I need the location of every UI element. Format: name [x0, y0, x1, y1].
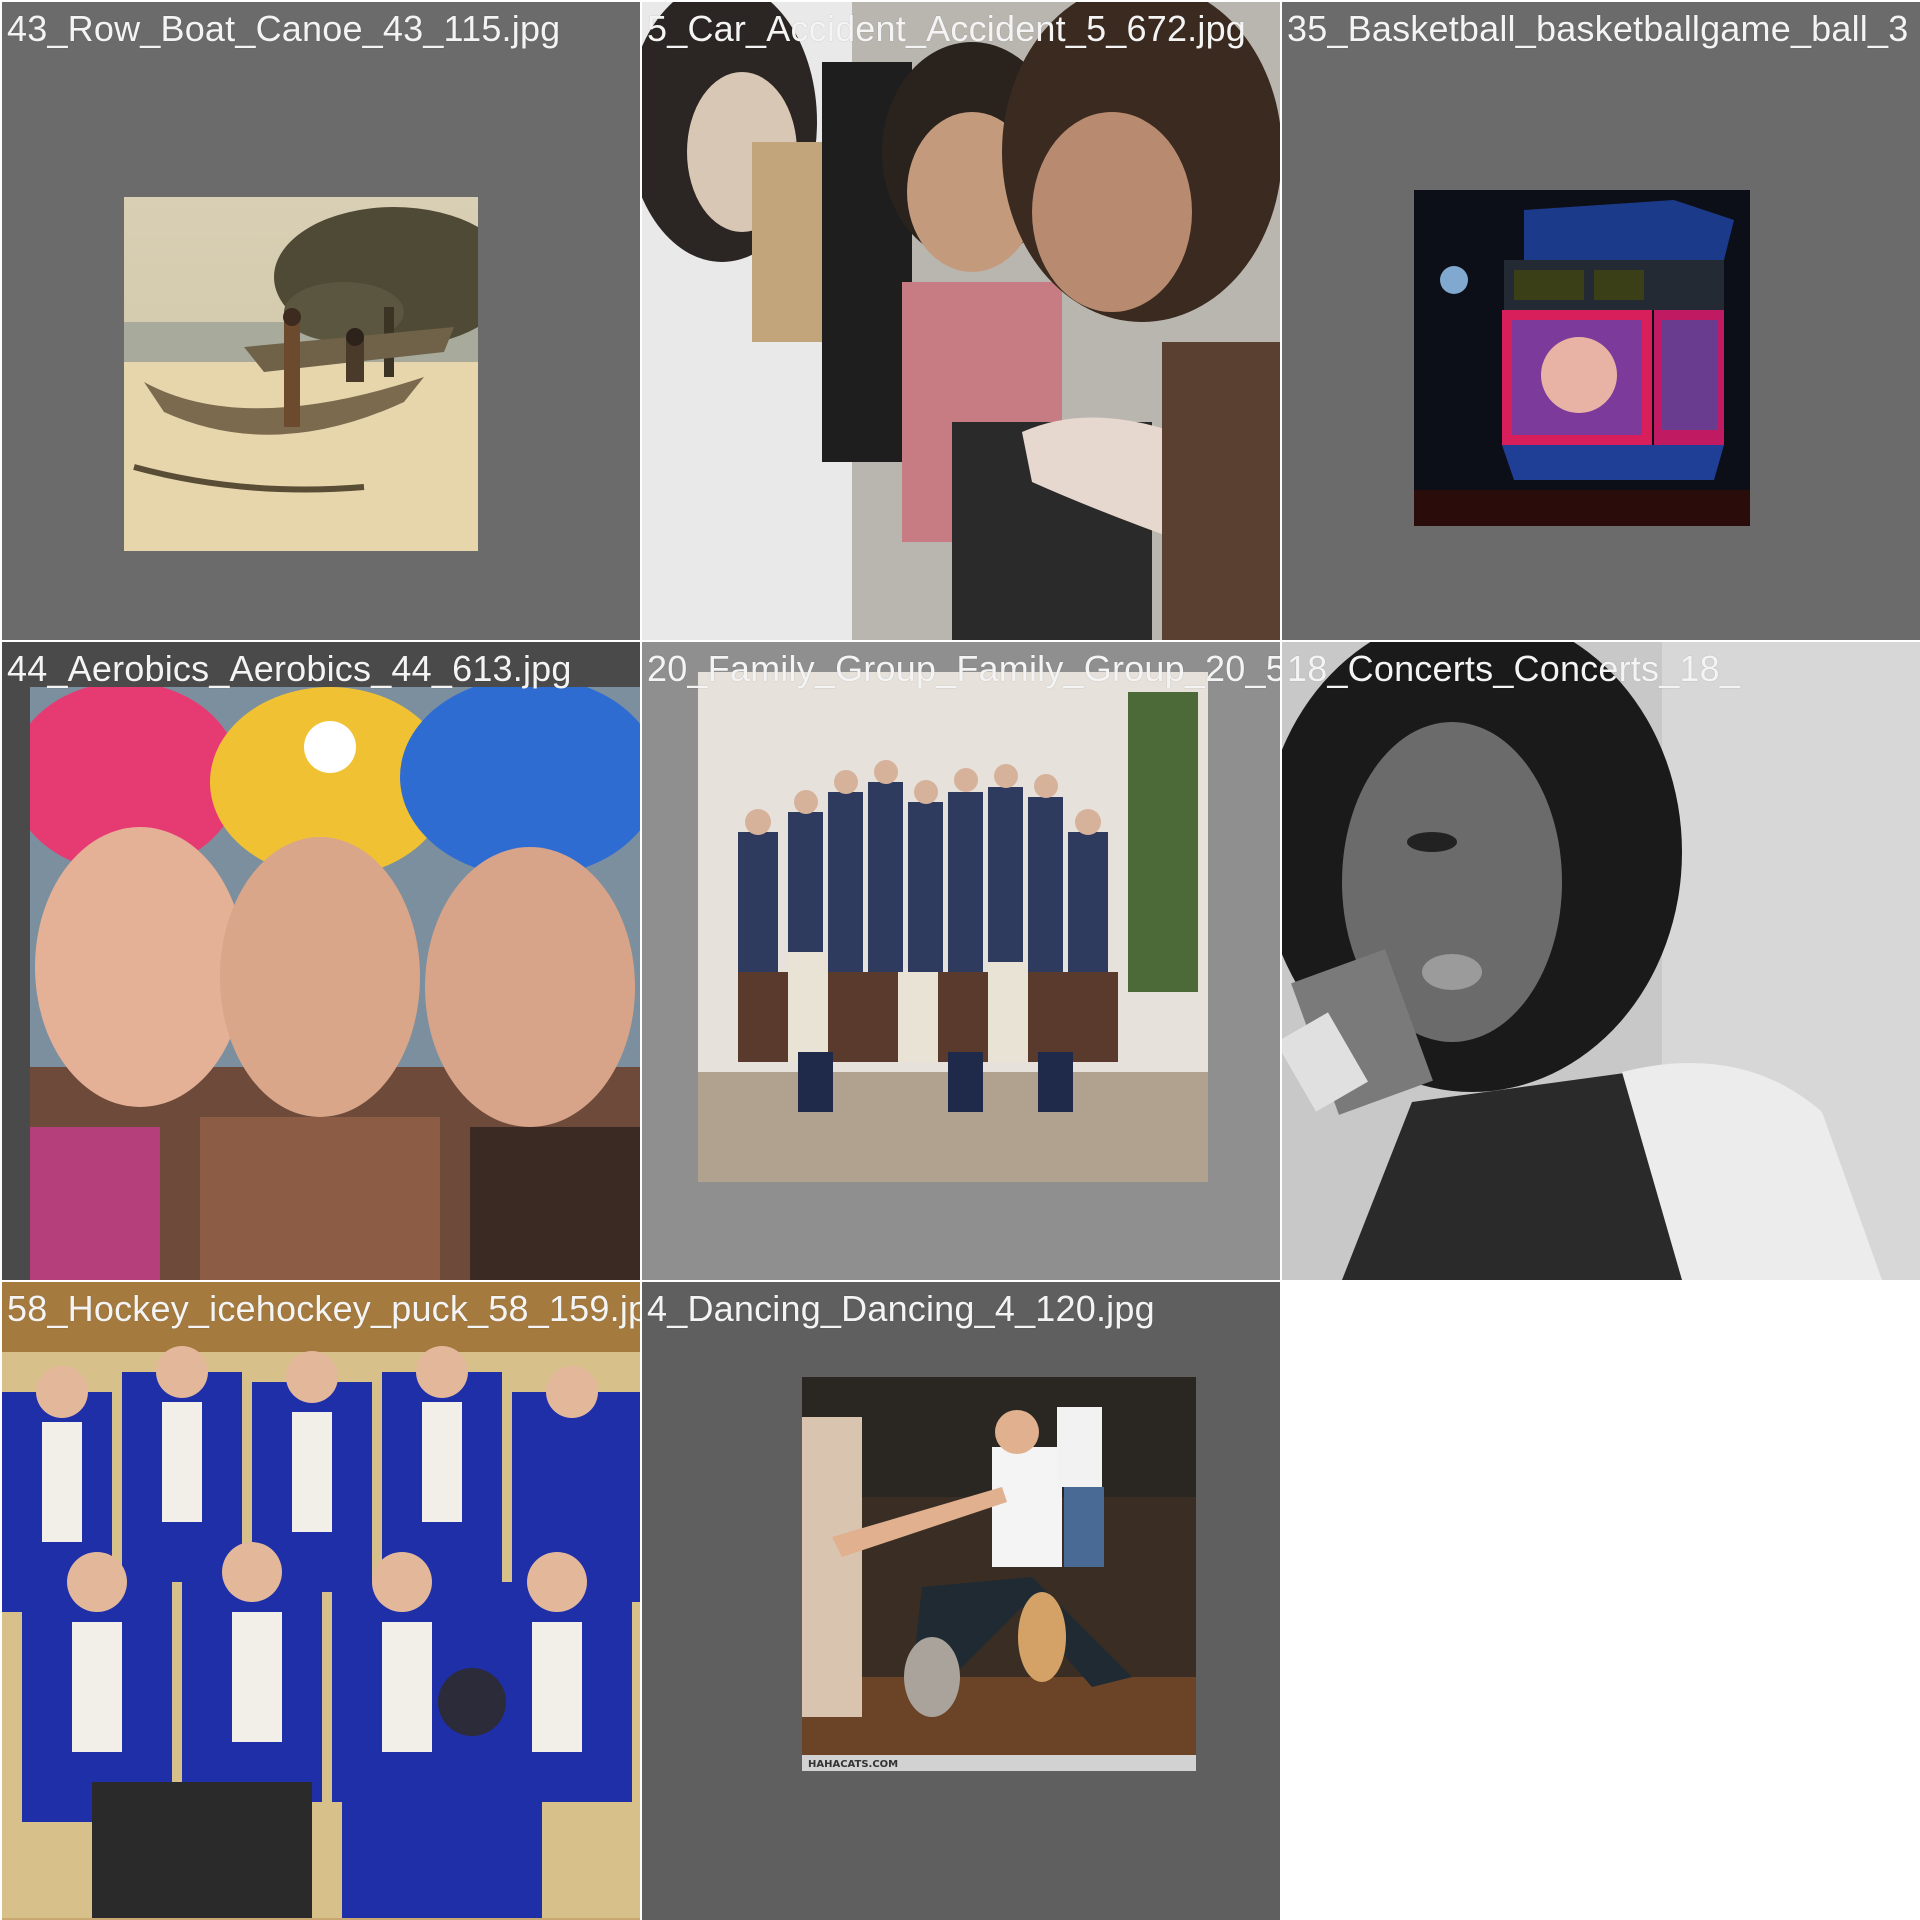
aerobics-photo — [30, 687, 640, 1280]
image-tile-row-boat-canoe: 43_Row_Boat_Canoe_43_115.jpg — [2, 2, 640, 640]
tile-filename-label: 18_Concerts_Concerts_18_ — [1287, 648, 1741, 689]
family-group-photo — [698, 672, 1208, 1182]
dancing-photo: HAHACATS.COM — [802, 1377, 1196, 1771]
image-tile-family-group: 20_Family_Group_Family_Group_20_581.jpg — [642, 642, 1280, 1280]
car-accident-photo — [642, 2, 1280, 640]
image-tile-basketball: 35_Basketball_basketballgame_ball_3 — [1282, 2, 1920, 640]
image-tile-aerobics: 44_Aerobics_Aerobics_44_613.jpg — [2, 642, 640, 1280]
tile-filename-label: 43_Row_Boat_Canoe_43_115.jpg — [7, 8, 561, 49]
canoe-painting-image — [124, 197, 478, 551]
tile-filename-label: 44_Aerobics_Aerobics_44_613.jpg — [7, 648, 572, 689]
concert-performer-photo — [1282, 642, 1920, 1280]
tile-filename-label: 35_Basketball_basketballgame_ball_3 — [1287, 8, 1909, 49]
image-tile-concerts: 18_Concerts_Concerts_18_ — [1282, 642, 1920, 1280]
image-tile-hockey: 58_Hockey_icehockey_puck_58_159.jpg — [2, 1282, 640, 1920]
image-tile-car-accident: 5_Car_Accident_Accident_5_672.jpg — [642, 2, 1280, 640]
tile-filename-label: 20_Family_Group_Family_Group_20_581.jpg — [647, 648, 1280, 689]
tile-filename-label: 5_Car_Accident_Accident_5_672.jpg — [647, 8, 1247, 49]
image-tile-dancing: HAHACATS.COM 4_Dancing_Dancing_4_120.jpg — [642, 1282, 1280, 1920]
tile-filename-label: 58_Hockey_icehockey_puck_58_159.jpg — [7, 1288, 640, 1329]
basketball-scoreboard-photo — [1414, 190, 1750, 526]
hahacats-watermark: HAHACATS.COM — [808, 1759, 898, 1770]
hockey-team-photo — [2, 1282, 640, 1918]
tile-filename-label: 4_Dancing_Dancing_4_120.jpg — [647, 1288, 1155, 1329]
